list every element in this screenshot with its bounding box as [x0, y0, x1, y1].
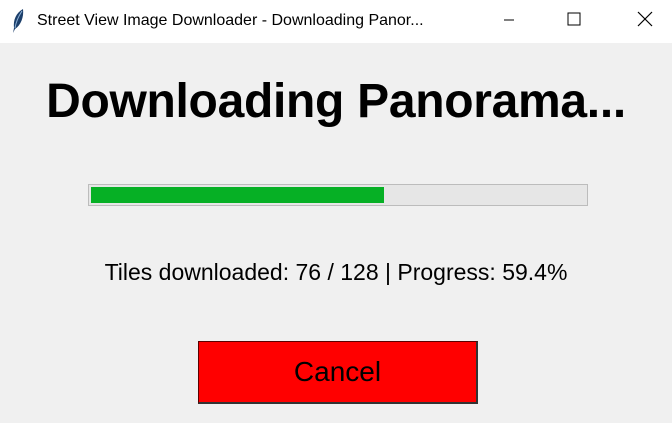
- close-button[interactable]: [622, 0, 668, 43]
- maximize-button[interactable]: [551, 0, 597, 43]
- close-icon: [637, 11, 653, 32]
- status-text: Tiles downloaded: 76 / 128 | Progress: 5…: [104, 259, 568, 285]
- maximize-icon: [567, 12, 581, 31]
- minimize-icon: [503, 13, 515, 31]
- cancel-button[interactable]: Cancel: [198, 341, 478, 404]
- feather-icon: [10, 8, 26, 34]
- title-bar[interactable]: Street View Image Downloader - Downloadi…: [0, 0, 672, 43]
- window-title: Street View Image Downloader - Downloadi…: [37, 12, 424, 29]
- progress-bar-fill: [91, 187, 384, 203]
- progress-bar: [88, 184, 588, 206]
- app-window: Street View Image Downloader - Downloadi…: [0, 0, 672, 423]
- page-title: Downloading Panorama...: [46, 75, 626, 128]
- minimize-button[interactable]: [486, 0, 532, 43]
